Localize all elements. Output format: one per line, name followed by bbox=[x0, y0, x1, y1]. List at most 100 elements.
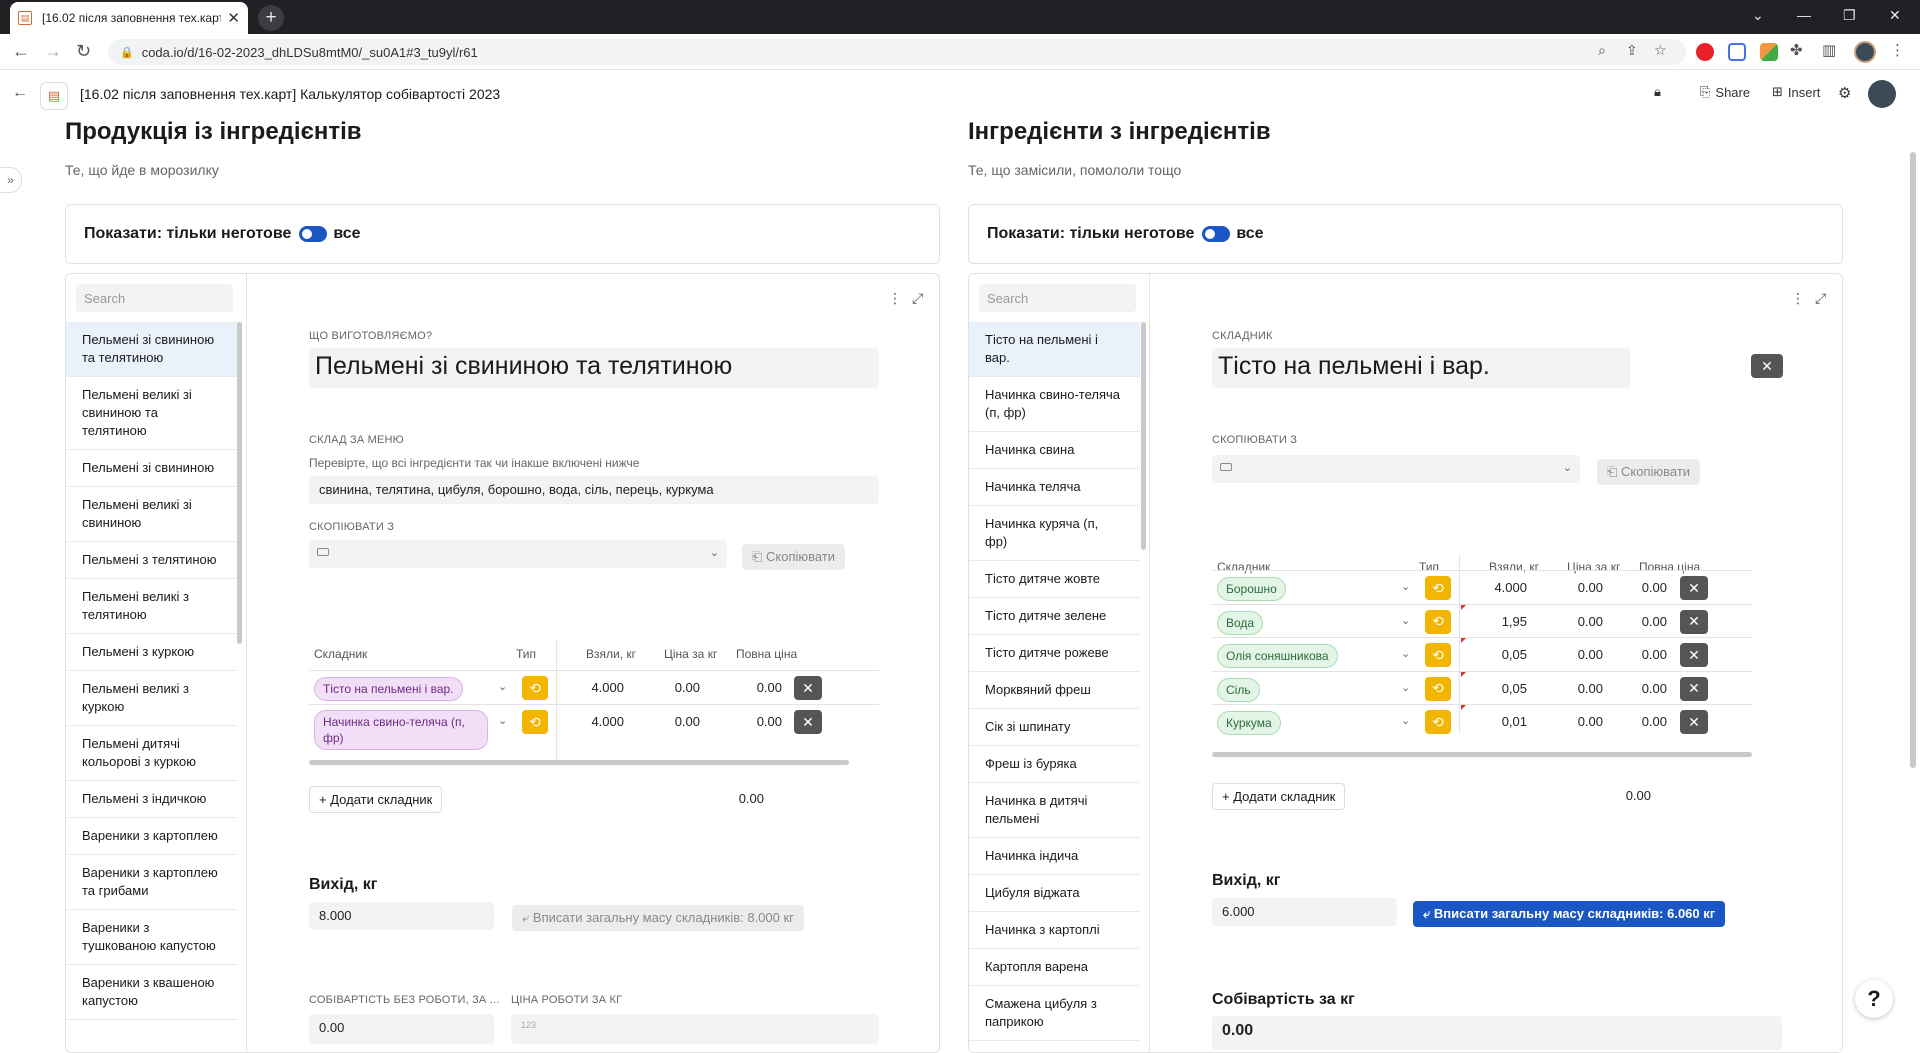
extension-icon[interactable] bbox=[1728, 43, 1746, 61]
search-input[interactable]: Search bbox=[76, 284, 233, 312]
copy-from-select[interactable]: ⌄ bbox=[309, 540, 727, 568]
filter-toggle[interactable] bbox=[1202, 226, 1231, 242]
help-button[interactable]: ? bbox=[1855, 980, 1893, 1018]
kg-value[interactable]: 4.000 bbox=[1467, 580, 1527, 595]
list-item[interactable]: Пельмені великі з куркою bbox=[66, 671, 237, 726]
list-item[interactable]: Вареники з тушкованою капустою bbox=[66, 910, 237, 965]
list-item[interactable]: Тісто на пельмені і вар. bbox=[969, 322, 1140, 377]
yield-input[interactable]: 6.000 bbox=[1212, 898, 1397, 926]
more-options-icon[interactable]: ⋮ bbox=[888, 290, 902, 307]
search-input[interactable]: Search bbox=[979, 284, 1136, 312]
share-page-icon[interactable]: ⇪ bbox=[1626, 42, 1638, 59]
new-tab-button[interactable]: + bbox=[258, 5, 284, 31]
list-item[interactable]: Вареники з картоплею та грибами bbox=[66, 855, 237, 910]
fill-total-mass-button[interactable]: ⤶ Вписати загальну масу складників: 8.00… bbox=[512, 905, 804, 931]
add-ingredient-button[interactable]: + Додати складник bbox=[309, 786, 443, 813]
expand-sidebar-icon[interactable]: » bbox=[0, 167, 22, 193]
delete-row-icon[interactable]: ✕ bbox=[1680, 676, 1708, 701]
sidepanel-icon[interactable]: ▥ bbox=[1822, 41, 1836, 59]
list-item[interactable]: Начинка теляча bbox=[969, 469, 1140, 506]
type-refresh-icon[interactable]: ⟲ bbox=[522, 710, 548, 734]
list-item[interactable]: Тісто дитяче жовте bbox=[969, 561, 1140, 598]
opera-extension-icon[interactable] bbox=[1696, 43, 1714, 61]
list-item[interactable]: Начинка з картоплі bbox=[969, 912, 1140, 949]
product-name-input[interactable]: Пельмені зі свининою та телятиною bbox=[309, 348, 879, 388]
list-item[interactable]: Цибуля віджата bbox=[969, 875, 1140, 912]
tab-search-icon[interactable]: ⌄ bbox=[1752, 7, 1764, 24]
ingredient-pill[interactable]: Олія соняшникова bbox=[1217, 644, 1338, 668]
list-item[interactable]: Начинка свина bbox=[969, 432, 1140, 469]
list-item[interactable]: Пельмені великі зі свининою bbox=[66, 487, 237, 542]
menu-dots-icon[interactable]: ⋮ bbox=[1890, 41, 1905, 59]
chevron-down-icon[interactable]: ⌄ bbox=[1401, 681, 1410, 694]
ingredient-pill[interactable]: Вода bbox=[1217, 610, 1264, 635]
doc-icon[interactable]: ▤ bbox=[40, 82, 68, 110]
fill-total-mass-button[interactable]: ⤶ Вписати загальну масу складників: 6.06… bbox=[1413, 901, 1726, 927]
yield-input[interactable]: 8.000 bbox=[309, 902, 494, 930]
ingredient-pill[interactable]: Борошно bbox=[1217, 577, 1286, 601]
type-refresh-icon[interactable]: ⟲ bbox=[1425, 609, 1451, 634]
insert-button[interactable]: ⊞ Insert bbox=[1772, 84, 1820, 100]
delete-row-icon[interactable]: ✕ bbox=[1680, 576, 1708, 600]
kg-value[interactable]: 0,05 bbox=[1467, 681, 1527, 696]
list-scrollbar[interactable] bbox=[1141, 322, 1146, 550]
delete-row-icon[interactable]: ✕ bbox=[794, 676, 822, 700]
chevron-down-icon[interactable]: ⌄ bbox=[1401, 647, 1410, 660]
list-item[interactable]: Вареники з квашеною капустою bbox=[66, 965, 237, 1020]
reload-icon[interactable]: ↻ bbox=[76, 41, 91, 62]
user-avatar[interactable] bbox=[1868, 80, 1896, 108]
clear-icon[interactable]: ✕ bbox=[1751, 354, 1783, 378]
list-item[interactable]: Тісто дитяче рожеве bbox=[969, 635, 1140, 672]
list-item[interactable]: Начинка куряча (п, фр) bbox=[969, 506, 1140, 561]
filter-toggle[interactable] bbox=[299, 226, 328, 242]
zoom-icon[interactable]: ⌕ bbox=[1598, 42, 1606, 59]
list-item[interactable]: Пельмені зі свининою та телятиною bbox=[66, 322, 237, 377]
copy-button[interactable]: ⎗ Скопіювати bbox=[1597, 459, 1701, 485]
type-refresh-icon[interactable]: ⟲ bbox=[522, 676, 548, 700]
ingredient-name-input[interactable]: Тісто на пельмені і вар. bbox=[1212, 348, 1630, 388]
list-item[interactable]: Сік зі шпинату bbox=[969, 709, 1140, 746]
page-scrollbar[interactable] bbox=[1910, 152, 1916, 768]
delete-row-icon[interactable]: ✕ bbox=[1680, 710, 1708, 734]
lock-doc-icon[interactable]: 🔒︎ bbox=[1654, 84, 1661, 100]
minimize-icon[interactable]: — bbox=[1797, 7, 1811, 23]
kg-value[interactable]: 0,05 bbox=[1467, 647, 1527, 662]
list-item[interactable]: Вареники з картоплею bbox=[66, 818, 237, 855]
list-item[interactable]: Фреш із буряка bbox=[969, 746, 1140, 783]
kg-value[interactable]: 1,95 bbox=[1467, 614, 1527, 629]
browser-tab[interactable]: ▤ [16.02 після заповнення тех.карт ✕ bbox=[10, 2, 248, 34]
list-item[interactable]: Пельмені дитячі кольорові з куркою bbox=[66, 726, 237, 781]
type-refresh-icon[interactable]: ⟲ bbox=[1425, 576, 1451, 600]
type-refresh-icon[interactable]: ⟲ bbox=[1425, 710, 1451, 734]
restore-icon[interactable]: ❐ bbox=[1843, 7, 1856, 24]
kg-value[interactable]: 4.000 bbox=[564, 680, 624, 695]
list-item[interactable]: Пельмені з куркою bbox=[66, 634, 237, 671]
list-item[interactable]: Пельмені великі з телятиною bbox=[66, 579, 237, 634]
chevron-down-icon[interactable]: ⌄ bbox=[1401, 714, 1410, 727]
list-item[interactable]: Пельмені великі зі свининою та телятиною bbox=[66, 377, 237, 450]
kg-value[interactable]: 0,01 bbox=[1467, 714, 1527, 729]
chevron-down-icon[interactable]: ⌄ bbox=[498, 714, 507, 727]
share-button[interactable]: ⎘ Share bbox=[1700, 84, 1750, 100]
ingredient-pill[interactable]: Начинка свино-теляча (п, фр) bbox=[314, 710, 488, 750]
delete-row-icon[interactable]: ✕ bbox=[1680, 609, 1708, 634]
list-item[interactable]: Пельмені зі свининою bbox=[66, 450, 237, 487]
list-item[interactable]: Смажена цибуля з паприкою bbox=[969, 986, 1140, 1041]
type-refresh-icon[interactable]: ⟲ bbox=[1425, 643, 1451, 667]
list-item[interactable]: Тісто дитяче зелене bbox=[969, 598, 1140, 635]
list-item[interactable]: Пельмені з індичкою bbox=[66, 781, 237, 818]
more-options-icon[interactable]: ⋮ bbox=[1791, 290, 1805, 307]
list-item[interactable]: Начинка індича bbox=[969, 838, 1140, 875]
ingredient-pill[interactable]: Тісто на пельмені і вар. bbox=[314, 677, 463, 701]
table-scrollbar[interactable] bbox=[1212, 752, 1752, 757]
tab-close-icon[interactable]: ✕ bbox=[227, 9, 240, 27]
puzzle-icon[interactable]: ✤ bbox=[1790, 41, 1803, 59]
add-ingredient-button[interactable]: + Додати складник bbox=[1212, 783, 1346, 810]
list-item[interactable]: Картопля варена bbox=[969, 949, 1140, 986]
close-window-icon[interactable]: ✕ bbox=[1889, 7, 1901, 24]
copy-from-select[interactable]: ⌄ bbox=[1212, 455, 1580, 483]
bookmark-star-icon[interactable]: ☆ bbox=[1654, 42, 1667, 59]
chevron-down-icon[interactable]: ⌄ bbox=[498, 680, 507, 693]
type-refresh-icon[interactable]: ⟲ bbox=[1425, 676, 1451, 701]
delete-row-icon[interactable]: ✕ bbox=[794, 710, 822, 734]
